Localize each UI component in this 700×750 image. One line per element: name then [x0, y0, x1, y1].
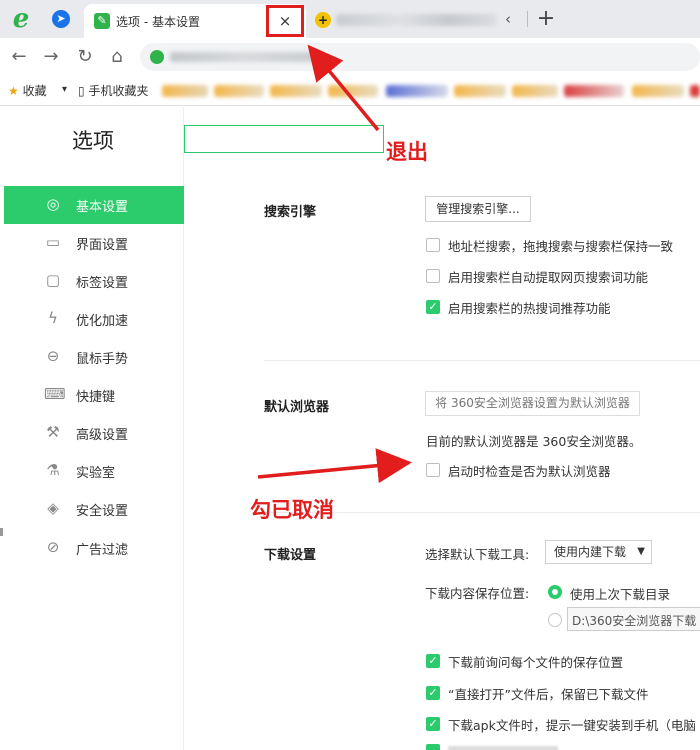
unchecked-arrow — [257, 448, 412, 484]
exit-arrow — [307, 44, 380, 132]
annotation-arrows — [257, 44, 412, 484]
exit-annotation: 退出 — [386, 140, 428, 164]
unchecked-annotation: 勾已取消 — [250, 498, 334, 522]
